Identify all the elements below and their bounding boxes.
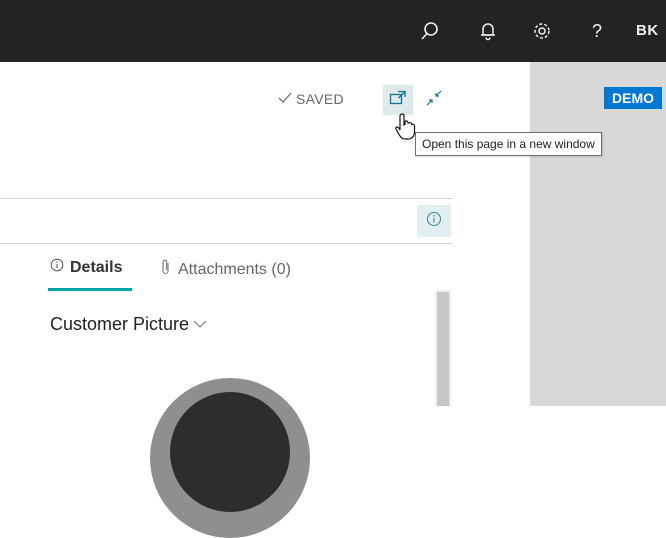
active-tab-indicator [48,288,132,291]
tab-attachments[interactable]: Attachments (0) [160,258,291,281]
top-bar: ? BK [0,0,666,62]
saved-label: SAVED [296,91,344,107]
collapse-button[interactable] [422,88,446,112]
collapse-icon [425,89,443,112]
gear-icon[interactable] [527,16,557,46]
tooltip: Open this page in a new window [415,132,602,156]
tab-details[interactable]: Details [50,258,122,277]
section-customer-picture[interactable]: Customer Picture [50,314,208,335]
tab-attachments-label: Attachments (0) [178,260,291,278]
factbox-header [0,198,453,244]
search-icon[interactable] [415,16,445,46]
saved-status: SAVED [278,91,344,107]
demo-badge: DEMO [604,87,662,109]
tab-details-label: Details [70,258,123,276]
factbox-info-button[interactable] [417,205,451,237]
help-icon[interactable]: ? [582,16,612,46]
avatar[interactable]: BK [636,22,659,39]
help-glyph: ? [591,20,602,41]
open-in-new-window-button[interactable] [383,85,413,115]
open-in-new-window-icon [389,90,407,111]
scrollbar-thumb[interactable] [437,292,449,406]
customer-picture-content [170,392,290,512]
background-page-area [530,62,666,406]
section-title: Customer Picture [50,314,190,334]
paperclip-icon [160,258,172,281]
tooltip-text: Open this page in a new window [422,137,595,151]
checkmark-icon [278,91,292,107]
info-icon [50,258,64,277]
bell-icon[interactable] [473,16,503,46]
info-icon [426,211,442,232]
hand-cursor-icon [394,112,420,147]
chevron-down-icon [192,314,208,335]
